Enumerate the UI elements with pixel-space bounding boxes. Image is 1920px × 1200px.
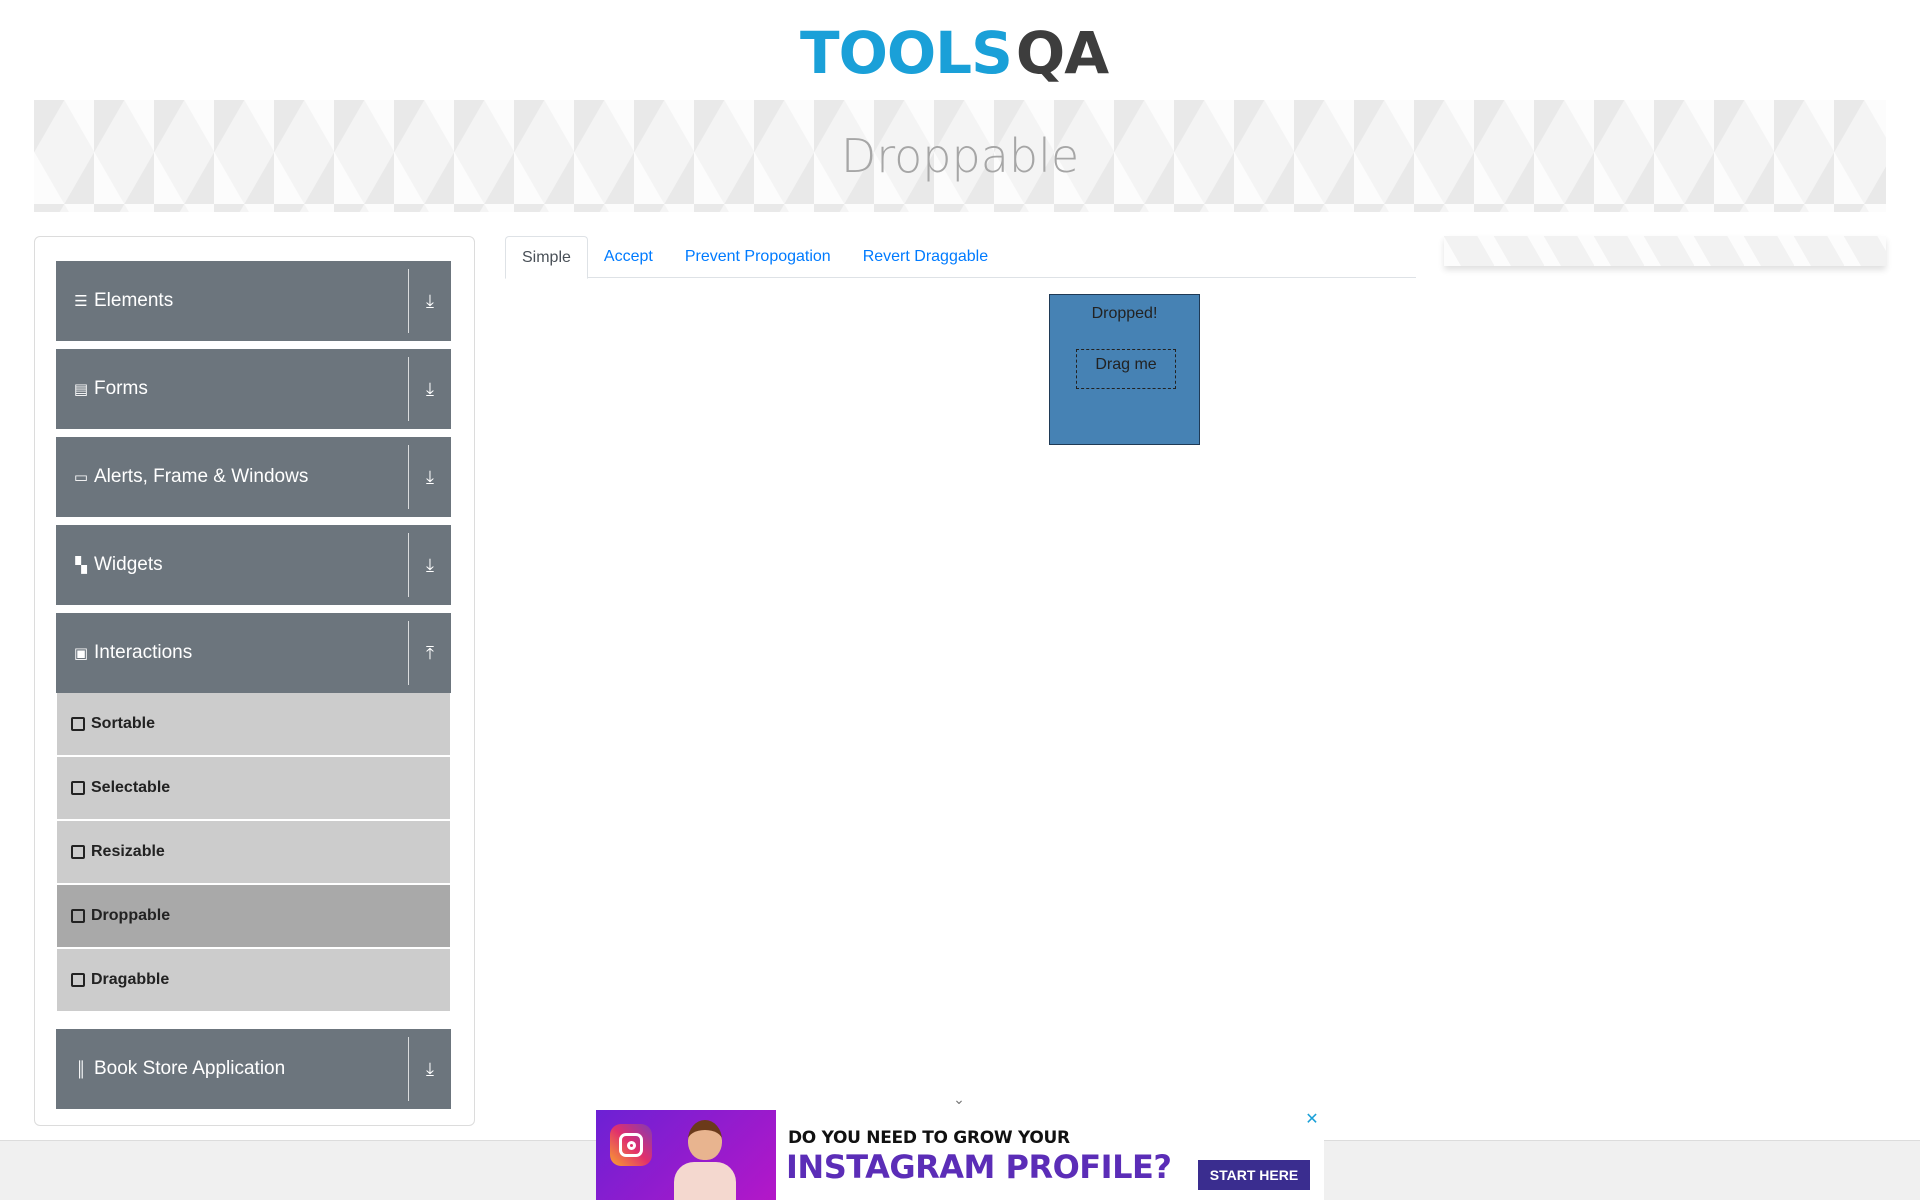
logo-q-text: Q: [1015, 19, 1065, 87]
droppable-tabs: Simple Accept Prevent Propogation Revert…: [505, 236, 1416, 279]
page-title: Droppable: [840, 129, 1080, 183]
download-arrow-icon[interactable]: ⤓: [409, 379, 451, 400]
sidebar-group-forms[interactable]: ▤ Forms ⤓: [56, 349, 451, 429]
document-icon: ▤: [73, 381, 89, 398]
ad-person-image: [658, 1114, 758, 1200]
ad-headline-2: INSTAGRAM PROFILE?: [786, 1148, 1172, 1186]
sidebar-group-label: Alerts, Frame & Windows: [94, 466, 309, 487]
sidebar-group-alerts[interactable]: ▭ Alerts, Frame & Windows ⤓: [56, 437, 451, 517]
sidebar-item-resizable[interactable]: Resizable: [57, 821, 450, 883]
sidebar-group-widgets[interactable]: ▚ Widgets ⤓: [56, 525, 451, 605]
chevron-down-icon[interactable]: ⌄: [952, 1091, 966, 1107]
sidebar-group-label: Forms: [94, 378, 148, 399]
widgets-icon: ▚: [75, 557, 87, 574]
sidebar-group-label: Interactions: [94, 642, 193, 663]
ad-start-here-button[interactable]: START HERE: [1198, 1160, 1310, 1190]
books-icon: ║: [75, 1060, 87, 1078]
tab-prevent-propogation[interactable]: Prevent Propogation: [669, 236, 847, 278]
sidebar-item-dragabble[interactable]: Dragabble: [57, 949, 450, 1011]
html5-icon: [71, 781, 85, 795]
sidebar-item-selectable[interactable]: Selectable: [57, 757, 450, 819]
sidebar-group-label: Elements: [94, 290, 174, 311]
drop-target-text: Dropped!: [1091, 305, 1158, 322]
download-arrow-icon[interactable]: ⤓: [409, 1059, 451, 1080]
left-sidebar: ☰ Elements ⤓ ▤ Forms ⤓ ▭ Alerts, Frame &…: [34, 236, 475, 1126]
sidebar-item-label: Droppable: [91, 907, 171, 924]
draggable-box[interactable]: Drag me: [1076, 349, 1176, 389]
html5-icon: [71, 845, 85, 859]
sidebar-group-elements[interactable]: ☰ Elements ⤓: [56, 261, 451, 341]
sidebar-group-book-store[interactable]: ║ Book Store Application ⤓: [56, 1029, 451, 1109]
close-icon[interactable]: ✕: [1304, 1112, 1320, 1128]
download-arrow-icon[interactable]: ⤓: [409, 555, 451, 576]
html5-icon: [71, 973, 85, 987]
sidebar-item-label: Sortable: [91, 715, 156, 732]
sidebar-item-label: Resizable: [91, 843, 165, 860]
toolsqa-logo[interactable]: TOOLS Q A: [800, 16, 1126, 90]
sidebar-group-label: Widgets: [94, 554, 163, 575]
ad-image: [596, 1110, 776, 1200]
sidebar-group-label: Book Store Application: [94, 1058, 286, 1079]
sidebar-item-label: Selectable: [91, 779, 171, 796]
page-banner: Droppable: [34, 100, 1886, 212]
tab-simple[interactable]: Simple: [505, 236, 588, 279]
sidebar-item-sortable[interactable]: Sortable: [57, 693, 450, 755]
sidebar-group-interactions[interactable]: ▣ Interactions ⤒: [56, 613, 451, 693]
tab-accept[interactable]: Accept: [588, 236, 669, 278]
tab-revert-draggable[interactable]: Revert Draggable: [847, 236, 1004, 278]
hamburger-icon: ☰: [74, 293, 88, 310]
download-arrow-icon[interactable]: ⤓: [409, 291, 451, 312]
interactions-icon: ▣: [73, 645, 89, 662]
sidebar-item-label: Dragabble: [91, 971, 170, 988]
bottom-ad[interactable]: DO YOU NEED TO GROW YOUR INSTAGRAM PROFI…: [596, 1110, 1324, 1200]
html5-icon: [71, 717, 85, 731]
logo-a-text: A: [1064, 19, 1109, 87]
instagram-icon: [610, 1124, 652, 1166]
right-ad-placeholder: [1444, 236, 1886, 266]
logo-tools-text: TOOLS: [800, 19, 1013, 87]
download-arrow-icon[interactable]: ⤓: [409, 467, 451, 488]
html5-icon: [71, 909, 85, 923]
sidebar-item-droppable[interactable]: Droppable: [57, 885, 450, 947]
upload-arrow-icon[interactable]: ⤒: [409, 643, 451, 664]
window-icon: ▭: [73, 469, 89, 486]
ad-headline-1: DO YOU NEED TO GROW YOUR: [788, 1128, 1070, 1148]
